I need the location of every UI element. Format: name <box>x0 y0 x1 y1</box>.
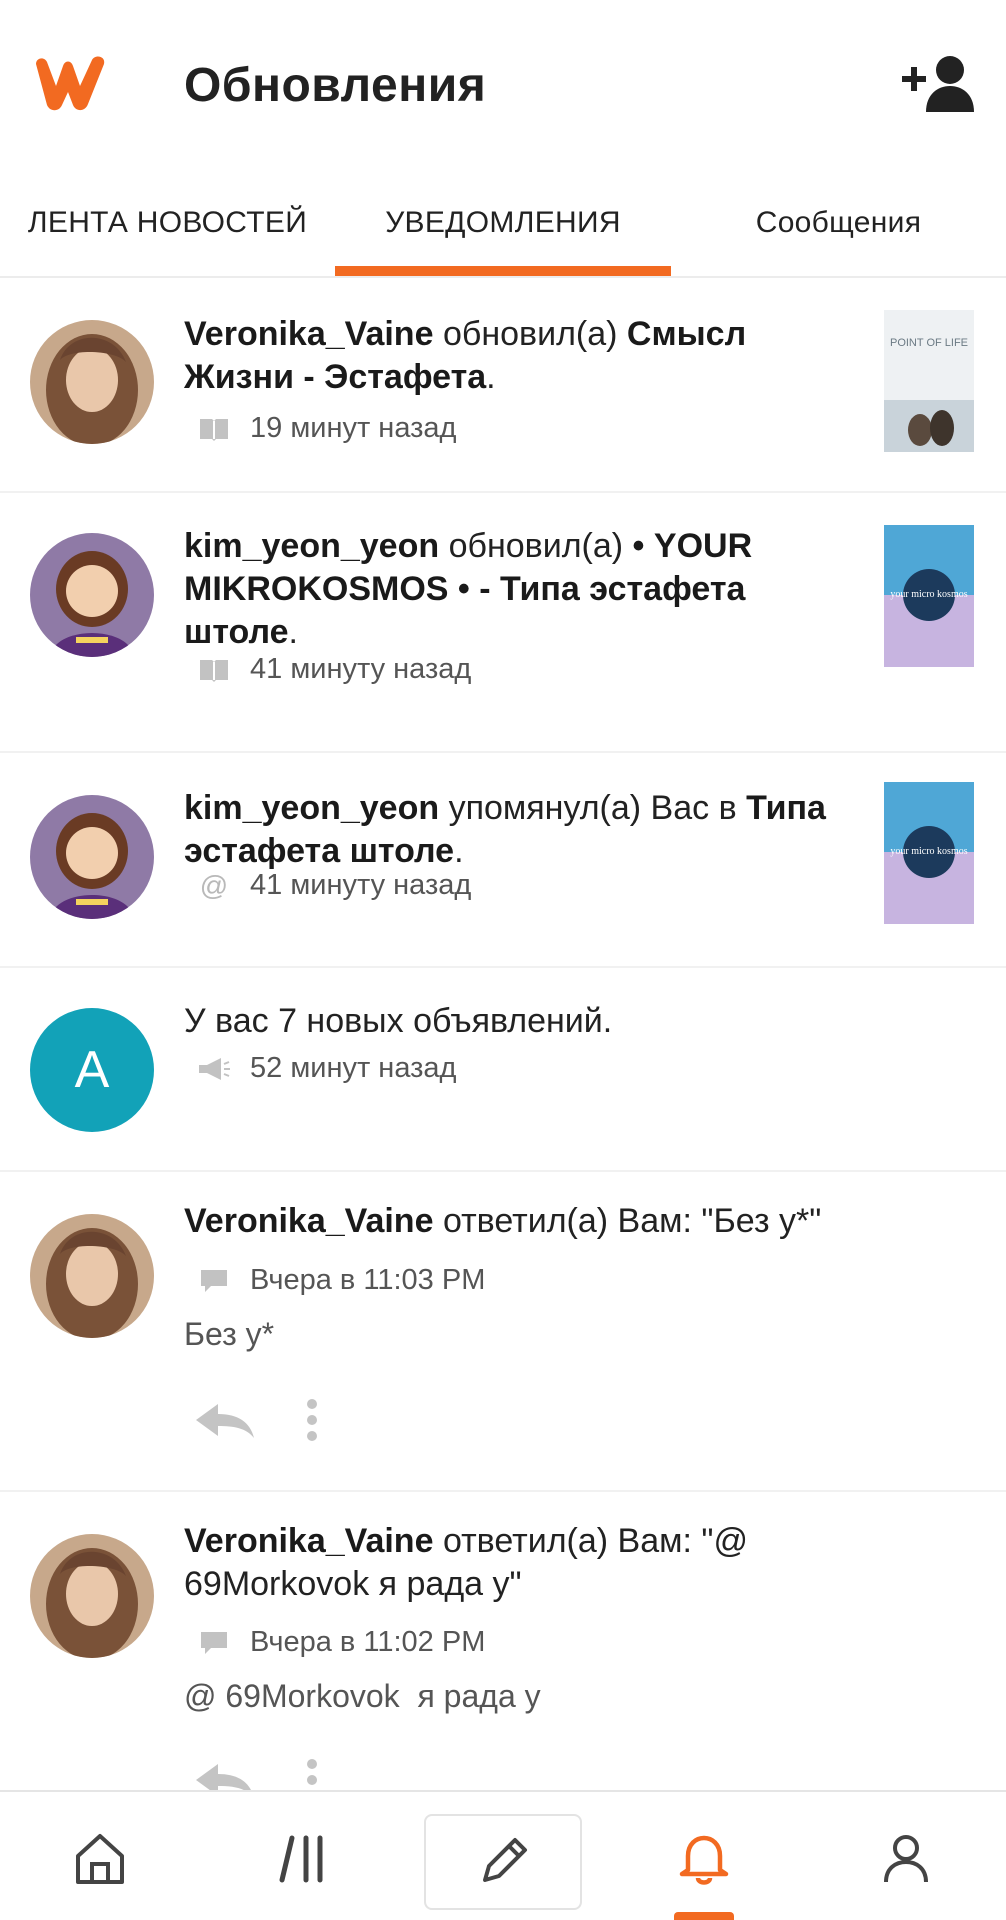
notification-text: kim_yeon_yeon обновил(а) • YOUR MIKROKOS… <box>184 527 753 651</box>
reply-icon[interactable] <box>192 1760 256 1790</box>
timestamp-row: 41 минуту назад <box>196 653 471 686</box>
bottom-navigation <box>0 1790 1006 1920</box>
avatar[interactable] <box>30 1534 154 1658</box>
bell-icon <box>679 1835 729 1885</box>
username[interactable]: Veronika_Vaine <box>184 1522 434 1560</box>
notification-text: Veronika_Vaine обновил(а) Смысл Жизни - … <box>184 315 747 396</box>
cover-title: your micro kosmos <box>890 846 967 857</box>
megaphone-icon <box>196 1054 232 1084</box>
notification-item[interactable]: kim_yeon_yeon упомянул(а) Вас в Типа эст… <box>0 755 1006 968</box>
avatar[interactable] <box>30 1214 154 1338</box>
book-icon <box>196 414 232 444</box>
tab-bar: ЛЕНТА НОВОСТЕЙ УВЕДОМЛЕНИЯ Сообщения <box>0 170 1006 278</box>
timestamp-row: 52 минут назад <box>196 1052 456 1085</box>
at-icon: @ <box>199 869 229 901</box>
comment-icon <box>196 1266 232 1296</box>
profile-icon <box>884 1835 928 1883</box>
reply-icon[interactable] <box>192 1400 256 1440</box>
nav-write-button[interactable] <box>424 1814 582 1910</box>
cover-title: POINT OF LIFE <box>890 337 968 349</box>
wattpad-logo-icon[interactable] <box>30 50 114 114</box>
username[interactable]: kim_yeon_yeon <box>184 527 439 565</box>
timestamp: 19 минут назад <box>250 412 457 444</box>
story-cover[interactable]: your micro kosmos <box>884 525 974 667</box>
notification-text: У вас 7 новых объявлений. <box>184 1002 613 1040</box>
username[interactable]: kim_yeon_yeon <box>184 789 439 827</box>
book-icon <box>196 655 232 685</box>
nav-home-button[interactable] <box>20 1810 180 1906</box>
active-nav-indicator <box>674 1912 734 1920</box>
add-friend-icon[interactable] <box>900 52 976 114</box>
reply-content: Без у* <box>184 1316 275 1352</box>
timestamp: 41 минуту назад <box>250 653 472 685</box>
notification-text: Veronika_Vaine ответил(а) Вам: "Без у*" <box>184 1202 822 1240</box>
nav-notifications-button[interactable] <box>624 1810 784 1906</box>
timestamp-row: Вчера в 11:02 PM <box>196 1626 485 1659</box>
timestamp: 41 минуту назад <box>250 869 472 901</box>
username[interactable]: Veronika_Vaine <box>184 1202 434 1240</box>
reply-actions <box>192 1758 320 1790</box>
timestamp: 52 минут назад <box>250 1052 457 1084</box>
notification-text: Veronika_Vaine ответил(а) Вам: "@ 69Mork… <box>184 1522 748 1603</box>
app-header: Обновления <box>0 0 1006 170</box>
home-icon <box>76 1834 124 1884</box>
avatar[interactable] <box>30 795 154 919</box>
nav-profile-button[interactable] <box>826 1810 986 1906</box>
timestamp-row: 19 минут назад <box>196 412 456 445</box>
notification-text: kim_yeon_yeon упомянул(а) Вас в Типа эст… <box>184 789 826 870</box>
timestamp-row: @ 41 минуту назад <box>196 869 472 902</box>
reply-actions <box>192 1398 320 1442</box>
username[interactable]: Veronika_Vaine <box>184 315 434 353</box>
cover-title: your micro kosmos <box>890 589 967 600</box>
pencil-icon <box>483 1838 527 1882</box>
reply-content: @ 69Morkovok я рада у <box>184 1678 541 1714</box>
story-cover[interactable]: POINT OF LIFE <box>884 310 974 452</box>
tab-notifications[interactable]: УВЕДОМЛЕНИЯ <box>335 170 671 276</box>
notification-item[interactable]: kim_yeon_yeon обновил(а) • YOUR MIKROKOS… <box>0 495 1006 753</box>
more-options-icon[interactable] <box>304 1758 320 1790</box>
nav-library-button[interactable] <box>224 1810 384 1906</box>
story-cover[interactable]: your micro kosmos <box>884 782 974 924</box>
notification-item[interactable]: Veronika_Vaine ответил(а) Вам: "@ 69Mork… <box>0 1494 1006 1790</box>
avatar[interactable] <box>30 320 154 444</box>
timestamp-row: Вчера в 11:03 PM <box>196 1264 485 1297</box>
notification-item[interactable]: Veronika_Vaine ответил(а) Вам: "Без у*" … <box>0 1174 1006 1492</box>
timestamp: Вчера в 11:02 PM <box>250 1626 486 1658</box>
tab-news-feed[interactable]: ЛЕНТА НОВОСТЕЙ <box>0 170 335 276</box>
notification-list[interactable]: Veronika_Vaine обновил(а) Смысл Жизни - … <box>0 280 1006 1790</box>
active-tab-indicator <box>335 266 671 276</box>
more-options-icon[interactable] <box>304 1398 320 1442</box>
announcement-avatar[interactable]: A <box>30 1008 154 1132</box>
notification-item[interactable]: A У вас 7 новых объявлений. 52 минут наз… <box>0 970 1006 1172</box>
timestamp: Вчера в 11:03 PM <box>250 1264 486 1296</box>
page-title: Обновления <box>184 59 487 112</box>
library-icon <box>279 1835 323 1883</box>
notification-item[interactable]: Veronika_Vaine обновил(а) Смысл Жизни - … <box>0 280 1006 493</box>
comment-icon <box>196 1628 232 1658</box>
avatar[interactable] <box>30 533 154 657</box>
tab-messages[interactable]: Сообщения <box>671 170 1006 276</box>
